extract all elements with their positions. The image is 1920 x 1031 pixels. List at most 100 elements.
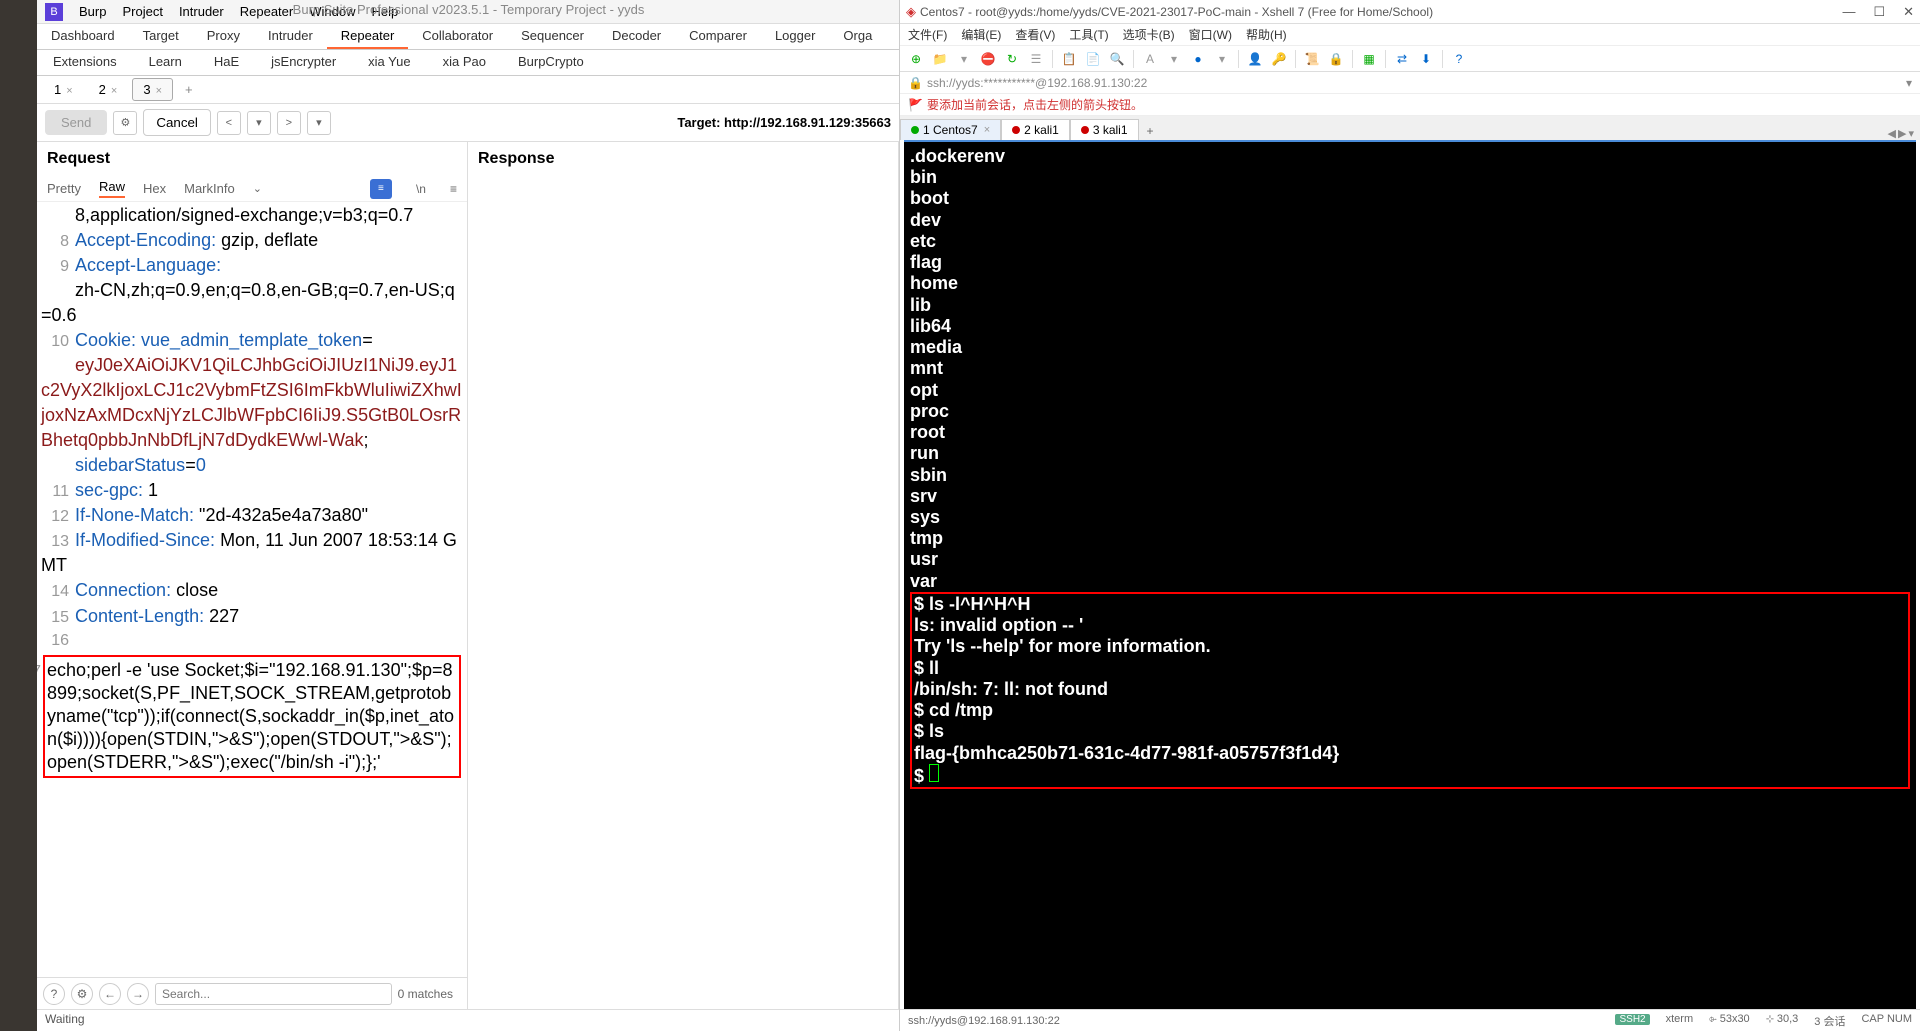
- view-hex[interactable]: Hex: [143, 181, 166, 196]
- menu-burp[interactable]: Burp: [79, 4, 106, 19]
- menu-view[interactable]: 查看(V): [1015, 26, 1055, 43]
- cancel-button[interactable]: Cancel: [143, 109, 211, 136]
- color-icon[interactable]: ●: [1188, 49, 1208, 69]
- tab-proxy[interactable]: Proxy: [193, 24, 254, 49]
- tab-list-icon[interactable]: ▾: [1908, 127, 1914, 140]
- tab-prev-icon[interactable]: ◀: [1888, 127, 1896, 140]
- repeater-toolbar: Send ⚙ Cancel <▾ >▾ Target: http://192.1…: [37, 104, 899, 142]
- xshell-session-tabs: 1 Centos7× 2 kali1 3 kali1 + ◀▶▾: [900, 116, 1920, 140]
- menu-intruder[interactable]: Intruder: [179, 4, 224, 19]
- view-raw[interactable]: Raw: [99, 179, 125, 198]
- open-icon[interactable]: 📁: [930, 49, 950, 69]
- request-editor[interactable]: 8,application/signed-exchange;v=b3;q=0.7…: [37, 202, 467, 977]
- view-pretty[interactable]: Pretty: [47, 181, 81, 196]
- tab-jsencrypter[interactable]: jsEncrypter: [255, 50, 352, 75]
- new-session-icon[interactable]: ⊕: [906, 49, 926, 69]
- close-icon[interactable]: ×: [66, 85, 72, 97]
- search-icon[interactable]: 🔍: [1107, 49, 1127, 69]
- user-icon[interactable]: 👤: [1245, 49, 1265, 69]
- lock-icon[interactable]: 🔒: [1326, 49, 1346, 69]
- menu-help[interactable]: 帮助(H): [1246, 26, 1287, 43]
- send-button[interactable]: Send: [45, 110, 107, 135]
- xftp-icon[interactable]: ⬇: [1416, 49, 1436, 69]
- session-tab-kali1b[interactable]: 3 kali1: [1070, 119, 1139, 140]
- close-icon[interactable]: ×: [111, 85, 117, 97]
- menu-file[interactable]: 文件(F): [908, 26, 947, 43]
- tab-intruder[interactable]: Intruder: [254, 24, 327, 49]
- menu-help[interactable]: Help: [371, 4, 398, 19]
- tab-extensions[interactable]: Extensions: [37, 50, 133, 75]
- gear-icon[interactable]: ⚙: [71, 983, 93, 1005]
- status-dot-icon: [1081, 126, 1089, 134]
- target-label[interactable]: Target: http://192.168.91.129:35663: [677, 115, 891, 130]
- back-dropdown[interactable]: ▾: [247, 111, 271, 135]
- menu-window[interactable]: 窗口(W): [1189, 26, 1232, 43]
- menu-edit[interactable]: 编辑(E): [961, 26, 1001, 43]
- chevron-down-icon[interactable]: ▾: [1906, 76, 1912, 90]
- add-session-button[interactable]: +: [1139, 122, 1162, 140]
- properties-icon[interactable]: ☰: [1026, 49, 1046, 69]
- session-tab-centos7[interactable]: 1 Centos7×: [900, 119, 1001, 140]
- menu-tools[interactable]: 工具(T): [1069, 26, 1108, 43]
- actions-icon[interactable]: ≡: [370, 179, 392, 199]
- copy-icon[interactable]: 📋: [1059, 49, 1079, 69]
- xshell-menubar: 文件(F) 编辑(E) 查看(V) 工具(T) 选项卡(B) 窗口(W) 帮助(…: [900, 24, 1920, 46]
- back-button[interactable]: <: [217, 111, 241, 135]
- tab-logger[interactable]: Logger: [761, 24, 829, 49]
- session-tab-kali1[interactable]: 2 kali1: [1001, 119, 1070, 140]
- tab-target[interactable]: Target: [129, 24, 193, 49]
- font-icon[interactable]: A: [1140, 49, 1160, 69]
- tab-burpcrypto[interactable]: BurpCrypto: [502, 50, 600, 75]
- transfer-icon[interactable]: ⇄: [1392, 49, 1412, 69]
- help-icon[interactable]: ?: [43, 983, 65, 1005]
- chevron-down-icon[interactable]: ⌄: [253, 182, 262, 195]
- menu-icon[interactable]: ≡: [450, 182, 457, 196]
- menu-project[interactable]: Project: [122, 4, 162, 19]
- view-markinfo[interactable]: MarkInfo: [184, 181, 235, 196]
- terminal-output[interactable]: .dockerenvbinbootdevetcflaghomeliblib64m…: [904, 140, 1916, 1009]
- tab-comparer[interactable]: Comparer: [675, 24, 761, 49]
- tile-icon[interactable]: ▦: [1359, 49, 1379, 69]
- close-icon[interactable]: ✕: [1903, 4, 1914, 20]
- tab-xiayue[interactable]: xia Yue: [352, 50, 426, 75]
- back-icon[interactable]: ←: [99, 983, 121, 1005]
- xshell-toolbar: ⊕ 📁▾ ⛔ ↻ ☰ 📋 📄 🔍 A▾ ●▾ 👤 🔑 📜 🔒 ▦ ⇄ ⬇ ?: [900, 46, 1920, 72]
- tab-dashboard[interactable]: Dashboard: [37, 24, 129, 49]
- burp-status: Waiting: [37, 1009, 899, 1031]
- search-input[interactable]: [155, 983, 392, 1005]
- sub-tab-1[interactable]: 1×: [43, 78, 84, 101]
- tab-organizer[interactable]: Orga: [829, 24, 886, 49]
- forward-icon[interactable]: →: [127, 983, 149, 1005]
- request-view-tabs: Pretty Raw Hex MarkInfo ⌄ ≡ \n ≡: [37, 176, 467, 202]
- minimize-icon[interactable]: —: [1842, 4, 1855, 20]
- tab-repeater[interactable]: Repeater: [327, 24, 408, 49]
- menu-repeater[interactable]: Repeater: [240, 4, 293, 19]
- tab-hae[interactable]: HaE: [198, 50, 255, 75]
- menu-tab[interactable]: 选项卡(B): [1123, 26, 1175, 43]
- sub-tab-3[interactable]: 3×: [132, 78, 173, 101]
- script-icon[interactable]: 📜: [1302, 49, 1322, 69]
- maximize-icon[interactable]: ☐: [1873, 4, 1885, 20]
- tab-learn[interactable]: Learn: [133, 50, 198, 75]
- forward-button[interactable]: >: [277, 111, 301, 135]
- disconnect-icon[interactable]: ⛔: [978, 49, 998, 69]
- reconnect-icon[interactable]: ↻: [1002, 49, 1022, 69]
- sub-tab-2[interactable]: 2×: [88, 78, 129, 101]
- close-icon[interactable]: ×: [156, 85, 162, 97]
- tab-xiapao[interactable]: xia Pao: [427, 50, 502, 75]
- tab-next-icon[interactable]: ▶: [1898, 127, 1906, 140]
- tab-decoder[interactable]: Decoder: [598, 24, 675, 49]
- add-tab-button[interactable]: +: [177, 79, 201, 100]
- menu-window[interactable]: Window: [309, 4, 355, 19]
- burp-ext-tabs: Extensions Learn HaE jsEncrypter xia Yue…: [37, 50, 899, 76]
- forward-dropdown[interactable]: ▾: [307, 111, 331, 135]
- newline-toggle[interactable]: \n: [416, 182, 426, 196]
- paste-icon[interactable]: 📄: [1083, 49, 1103, 69]
- key-icon[interactable]: 🔑: [1269, 49, 1289, 69]
- xshell-address-bar[interactable]: 🔒 ssh://yyds:***********@192.168.91.130:…: [900, 72, 1920, 94]
- close-icon[interactable]: ×: [984, 124, 990, 136]
- help-icon[interactable]: ?: [1449, 49, 1469, 69]
- tab-sequencer[interactable]: Sequencer: [507, 24, 598, 49]
- tab-collaborator[interactable]: Collaborator: [408, 24, 507, 49]
- gear-icon[interactable]: ⚙: [113, 111, 137, 135]
